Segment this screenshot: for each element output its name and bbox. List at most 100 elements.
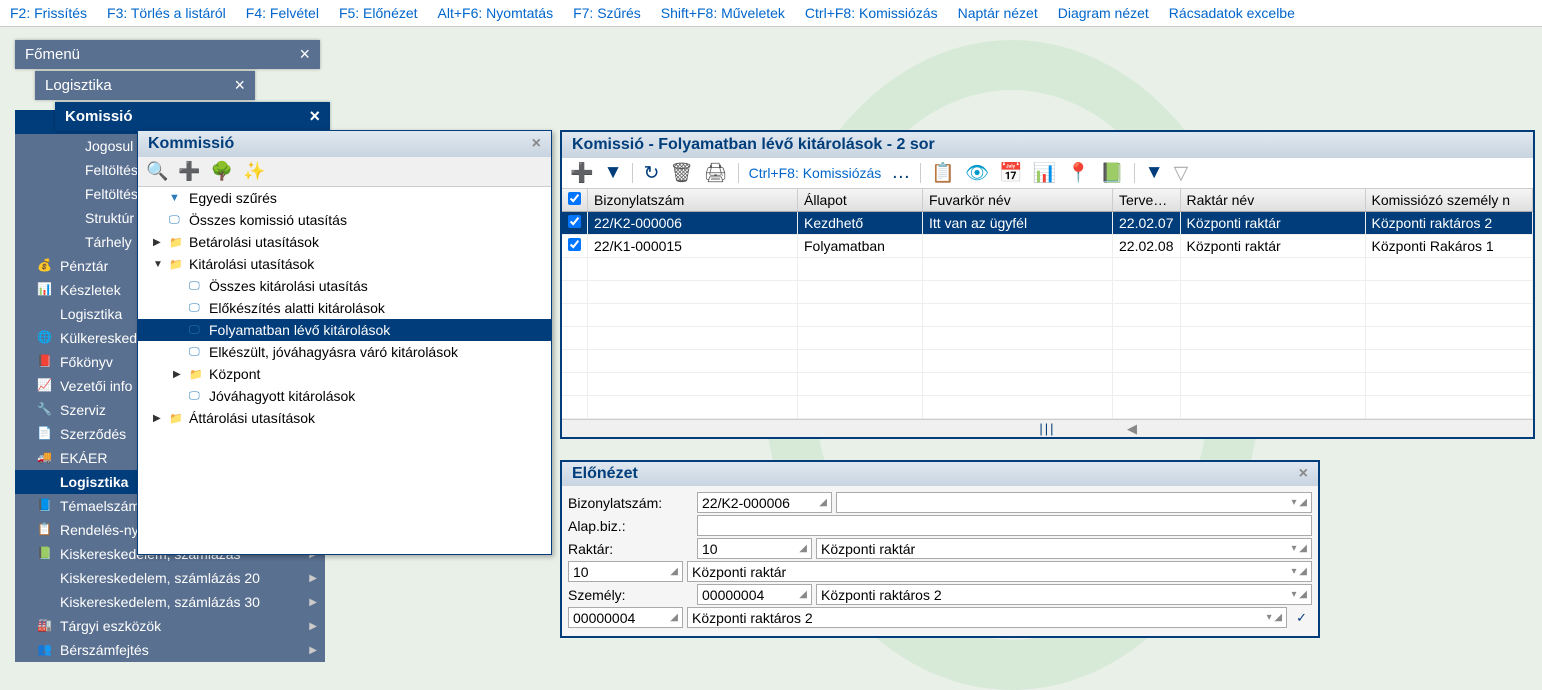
pin-off-icon[interactable]: 📍 <box>1066 161 1090 185</box>
tree-item[interactable]: 🖵Folyamatban lévő kitárolások <box>138 319 551 341</box>
tree-body: ▼Egyedi szűrés🖵Összes komissió utasítás▶… <box>138 187 551 548</box>
chevron-right-icon: ▶ <box>309 597 317 608</box>
grid-title: Komissió - Folyamatban lévő kitárolások … <box>562 132 1533 158</box>
row-checkbox[interactable] <box>568 215 581 228</box>
menu-f3-delete[interactable]: F3: Törlés a listáról <box>107 5 226 21</box>
close-icon[interactable]: × <box>1299 465 1308 483</box>
tree-item[interactable]: ▼📁Kitárolási utasítások <box>138 253 551 275</box>
dropdown-icon[interactable]: ▾ ◢ <box>1292 589 1308 600</box>
tree-item[interactable]: ▶📁Központ <box>138 363 551 385</box>
menu-f4-add[interactable]: F4: Felvétel <box>246 5 319 21</box>
input-bizonylatszam[interactable]: 22/K2-000006◢ <box>697 492 832 513</box>
tree-item[interactable]: 🖵Összes komissió utasítás <box>138 209 551 231</box>
dropdown-icon[interactable]: ◢ <box>799 543 807 554</box>
menu-diagram-view[interactable]: Diagram nézet <box>1058 5 1149 21</box>
tree-item[interactable]: 🖵Elkészült, jóváhagyásra váró kitároláso… <box>138 341 551 363</box>
tree-caret-icon[interactable]: ▶ <box>153 413 163 424</box>
tree-label: Jóváhagyott kitárolások <box>209 388 355 404</box>
wand-icon[interactable]: ✨ <box>243 161 265 182</box>
row-checkbox[interactable] <box>568 238 581 251</box>
column-header[interactable]: Komissiózó személy n <box>1365 189 1533 212</box>
panel-header-logisztika[interactable]: Logisztika × <box>35 71 255 100</box>
dropdown-icon[interactable]: ◢ <box>799 589 807 600</box>
check-icon[interactable]: ✓ <box>1291 610 1312 626</box>
search-icon[interactable]: 🔍 <box>146 161 168 182</box>
tree-item[interactable]: 🖵Előkészítés alatti kitárolások <box>138 297 551 319</box>
sidemenu-item[interactable]: Kiskereskedelem, számlázás 30▶ <box>15 590 325 614</box>
close-icon[interactable]: × <box>532 135 541 153</box>
input-bizonylat-extra[interactable]: ▾ ◢ <box>836 492 1312 513</box>
close-icon[interactable]: × <box>234 75 245 96</box>
tree-item[interactable]: 🖵Összes kitárolási utasítás <box>138 275 551 297</box>
delete-icon[interactable]: 🗑 <box>669 161 693 185</box>
horizontal-scrollbar[interactable]: ◀ ||| <box>562 419 1533 437</box>
table-row[interactable]: 22/K2-000006KezdhetőItt van az ügyfél22.… <box>562 212 1533 235</box>
more-icon[interactable]: … <box>891 162 910 184</box>
column-header[interactable]: Raktár név <box>1180 189 1365 212</box>
table-cell <box>923 235 1113 258</box>
dropdown-icon[interactable]: ◢ <box>670 612 678 623</box>
filter-clear-icon[interactable]: ▽ <box>1174 162 1189 185</box>
tree-caret-icon[interactable]: ▶ <box>153 237 163 248</box>
tree-item[interactable]: 🖵Jóváhagyott kitárolások <box>138 385 551 407</box>
scrollbar-thumb[interactable]: ||| <box>1039 421 1055 436</box>
excel-icon[interactable]: 📗 <box>1100 161 1124 185</box>
add-icon[interactable]: ➕ <box>178 161 200 182</box>
input-raktar-name[interactable]: Központi raktár▾ ◢ <box>816 538 1312 559</box>
panel-header-komissio[interactable]: Komissió × <box>55 102 330 131</box>
tree-caret-icon[interactable]: ▼ <box>153 259 163 270</box>
dropdown-icon[interactable]: ▾ ◢ <box>1292 497 1308 508</box>
sheet-icon[interactable]: 📋 <box>931 161 955 185</box>
input-szemely2-name[interactable]: Központi raktáros 2▾ ◢ <box>687 607 1287 628</box>
input-raktar2-name[interactable]: Központi raktár▾ ◢ <box>687 561 1312 582</box>
input-szemely-name[interactable]: Központi raktáros 2▾ ◢ <box>816 584 1312 605</box>
close-icon[interactable]: × <box>309 106 320 127</box>
dropdown-icon[interactable]: ◢ <box>819 497 827 508</box>
menu-f7-filter[interactable]: F7: Szűrés <box>573 5 641 21</box>
column-header[interactable] <box>562 189 588 212</box>
menu-ctrlf8-komissio[interactable]: Ctrl+F8: Komissiózás <box>805 5 938 21</box>
filter-icon[interactable]: ▼ <box>604 162 623 184</box>
close-icon[interactable]: × <box>299 44 310 65</box>
table-row[interactable]: 22/K1-000015Folyamatban22.02.08Központi … <box>562 235 1533 258</box>
menu-shiftf8-ops[interactable]: Shift+F8: Műveletek <box>661 5 785 21</box>
dropdown-icon[interactable]: ▾ ◢ <box>1292 566 1308 577</box>
panel-header-fomenu[interactable]: Főmenü × <box>15 40 320 69</box>
column-header[interactable]: Terve… <box>1113 189 1181 212</box>
dropdown-icon[interactable]: ▾ ◢ <box>1267 612 1283 623</box>
komissio-action[interactable]: Ctrl+F8: Komissiózás <box>749 165 882 181</box>
column-header[interactable]: Fuvarkör név <box>923 189 1113 212</box>
dropdown-icon[interactable]: ◢ <box>670 566 678 577</box>
input-alapbiz[interactable] <box>697 515 1312 536</box>
tree-label: Központ <box>209 366 260 382</box>
menu-f2-refresh[interactable]: F2: Frissítés <box>10 5 87 21</box>
menu-f5-preview[interactable]: F5: Előnézet <box>339 5 418 21</box>
input-raktar2-code[interactable]: 10◢ <box>568 561 683 582</box>
tree-item[interactable]: ▼Egyedi szűrés <box>138 187 551 209</box>
dropdown-icon[interactable]: ▾ ◢ <box>1292 543 1308 554</box>
refresh-icon[interactable]: ↻ <box>643 162 659 185</box>
filter2-icon[interactable]: ▼ <box>1145 162 1164 184</box>
tree-item[interactable]: ▶📁Áttárolási utasítások <box>138 407 551 429</box>
input-szemely2-code[interactable]: 00000004◢ <box>568 607 683 628</box>
input-szemely-code[interactable]: 00000004◢ <box>697 584 812 605</box>
sidemenu-item[interactable]: 👥Bérszámfejtés▶ <box>15 638 325 662</box>
select-all-checkbox[interactable] <box>568 192 581 205</box>
eye-icon[interactable]: 👁 <box>965 161 989 185</box>
add-icon[interactable]: ➕ <box>570 161 594 185</box>
sidemenu-item[interactable]: 🏭Tárgyi eszközök▶ <box>15 614 325 638</box>
menu-calendar-view[interactable]: Naptár nézet <box>958 5 1038 21</box>
menu-grid-to-excel[interactable]: Rácsadatok excelbe <box>1169 5 1295 21</box>
menu-altf6-print[interactable]: Alt+F6: Nyomtatás <box>438 5 554 21</box>
calendar-icon[interactable]: 📅 <box>999 161 1023 185</box>
chart-icon[interactable]: 📊 <box>1033 161 1057 185</box>
sidemenu-item[interactable]: Kiskereskedelem, számlázás 20▶ <box>15 566 325 590</box>
print-icon[interactable]: 🖨 <box>704 161 728 185</box>
column-header[interactable]: Állapot <box>798 189 923 212</box>
input-raktar-code[interactable]: 10◢ <box>697 538 812 559</box>
tree-icon[interactable]: 🌳 <box>211 161 233 182</box>
tree-item[interactable]: ▶📁Betárolási utasítások <box>138 231 551 253</box>
table-cell: Itt van az ügyfél <box>923 212 1113 235</box>
column-header[interactable]: Bizonylatszám <box>588 189 798 212</box>
tree-caret-icon[interactable]: ▶ <box>173 369 183 380</box>
